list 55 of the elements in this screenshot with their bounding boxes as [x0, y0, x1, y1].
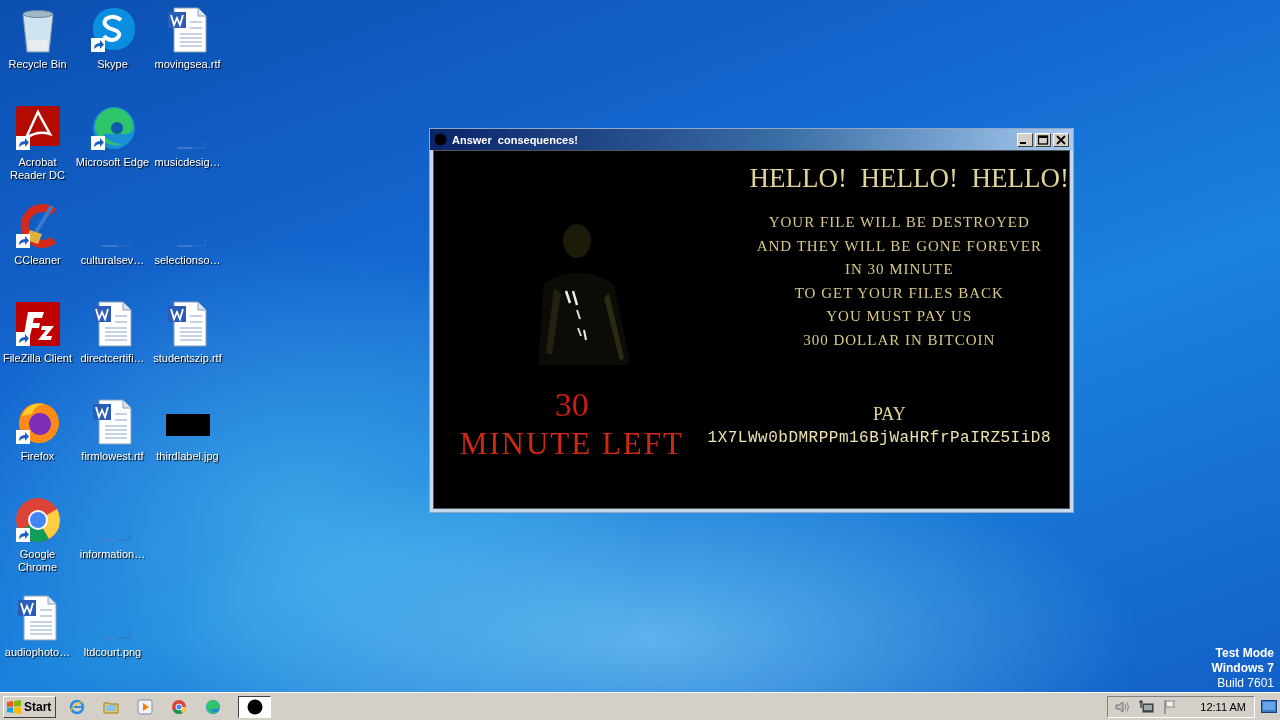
circle-icon — [434, 133, 447, 146]
status-text: Build 7601 — [1216, 676, 1274, 691]
message-line: IN 30 MINUTE — [844, 260, 954, 279]
message-line: 300 DOLLAR IN BITCOIN — [803, 330, 996, 350]
taskbar-button[interactable] — [238, 695, 272, 718]
ransom-heading: HELLO! HELLO! HELLO! — [749, 162, 1069, 195]
status-text: Windows 7 — [1211, 661, 1274, 676]
message-line: YOU MUST PAY US — [826, 307, 973, 326]
icon-label[interactable]: Microsoft Edge — [75, 156, 150, 169]
show-desktop-icon[interactable] — [1261, 699, 1277, 714]
icon-label[interactable]: studentszip.rtf — [153, 352, 222, 365]
flag-icon[interactable] — [1162, 698, 1179, 715]
skype-icon[interactable] — [88, 6, 137, 54]
icon-label[interactable]: ltdcourt.png — [83, 646, 142, 659]
message-line: TO GET YOUR FILES BACK — [794, 283, 1004, 303]
icon-label[interactable]: Firefox — [20, 450, 55, 463]
status-text: Test Mode — [1214, 646, 1274, 661]
icon-label[interactable]: directcertifi… — [80, 352, 145, 365]
icon-label[interactable]: information… — [79, 548, 146, 561]
close-button[interactable] — [1053, 132, 1069, 147]
chrome-icon[interactable] — [171, 698, 188, 715]
window-title: Answer consequences! — [452, 133, 578, 146]
icon-label[interactable]: audiophoto… — [4, 646, 71, 659]
icon-label[interactable]: selectionso… — [154, 254, 221, 267]
close-icon — [1055, 134, 1067, 145]
icon-label[interactable]: CCleaner — [14, 254, 61, 267]
network-icon[interactable] — [1138, 698, 1155, 715]
icon-label[interactable]: culturalsev… — [80, 254, 145, 267]
icon-label[interactable]: FileZilla Client — [2, 352, 73, 365]
maximize-icon — [1037, 134, 1049, 145]
clock-time[interactable]: 12:11 AM — [1200, 700, 1246, 713]
icon-label[interactable]: movingsea.rtf — [154, 58, 221, 71]
message-line: AND THEY WILL BE GONE FOREVER — [756, 236, 1042, 256]
icon-label[interactable]: Recycle Bin — [8, 58, 67, 71]
circle-icon — [246, 698, 263, 715]
pdf-icon[interactable] — [13, 104, 62, 152]
bitcoin-address: 1X7LWw0bDMRPPm16BjWaHRfrPaIRZ5IiD8 — [707, 428, 1051, 449]
maximize-button[interactable] — [1035, 132, 1051, 147]
windows-logo-icon — [6, 698, 22, 715]
countdown-number: 30 — [554, 386, 589, 424]
message-line: YOUR FILE WILL BE DESTROYED — [768, 213, 1030, 232]
minimize-button[interactable] — [1017, 132, 1033, 147]
filezilla-icon[interactable] — [13, 300, 62, 348]
edge-icon[interactable] — [88, 104, 137, 152]
minimize-icon — [1020, 141, 1026, 144]
pay-label: PAY — [872, 403, 906, 426]
icon-label[interactable]: Skype — [97, 58, 128, 71]
countdown-label: MINUTE LEFT — [459, 425, 684, 463]
icon-label[interactable]: firmlowest.rtf — [81, 450, 144, 463]
chrome-icon[interactable] — [13, 496, 62, 544]
start-button[interactable]: Start — [3, 695, 57, 718]
icon-label[interactable]: Acrobat Reader DC — [0, 156, 75, 182]
icon-label[interactable]: thirdlabel.jpg — [156, 450, 219, 463]
icon-label[interactable]: musicdesig… — [154, 156, 221, 169]
icon-label[interactable]: Google Chrome — [0, 548, 75, 574]
